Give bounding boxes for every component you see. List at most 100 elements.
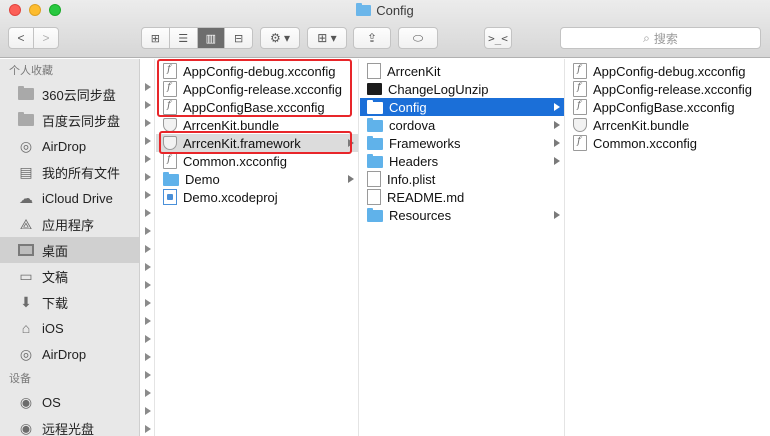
disclosure-arrow-icon[interactable] <box>145 173 151 181</box>
disclosure-arrow-icon[interactable] <box>145 407 151 415</box>
browser-column-1: AppConfig-debug.xcconfig AppConfig-relea… <box>156 59 359 436</box>
share-button[interactable]: ⇪ <box>353 27 391 49</box>
search-field[interactable]: ⌕ 搜索 <box>560 27 761 49</box>
file-name: Info.plist <box>387 171 436 187</box>
xcconfig-file-icon <box>163 153 177 169</box>
sidebar-item-desktop[interactable]: 桌面 <box>0 237 139 263</box>
cover-flow-view-button[interactable]: ⊟ <box>224 28 252 48</box>
list-item[interactable]: README.md <box>360 188 564 206</box>
list-item[interactable]: AppConfigBase.xcconfig <box>156 98 358 116</box>
list-item[interactable]: Resources <box>360 206 564 224</box>
sidebar-item-label: 我的所有文件 <box>42 165 121 181</box>
column-view-button[interactable]: ▥ <box>196 28 225 48</box>
list-item[interactable]: cordova <box>360 116 564 134</box>
list-item[interactable]: AppConfig-debug.xcconfig <box>566 62 770 80</box>
action-menu-button[interactable]: ⚙ ▾ <box>260 27 300 49</box>
sidebar-item-label: 360云同步盘 <box>42 87 116 103</box>
disclosure-arrow-icon[interactable] <box>145 83 151 91</box>
disclosure-arrow-icon[interactable] <box>145 137 151 145</box>
file-name: README.md <box>387 189 465 205</box>
disclosure-arrow-icon[interactable] <box>145 335 151 343</box>
xcconfig-file-icon <box>573 135 587 151</box>
disclosure-arrow-icon[interactable] <box>145 353 151 361</box>
file-name: Common.xcconfig <box>593 135 698 151</box>
list-item[interactable]: Demo <box>156 170 358 188</box>
sidebar-item-airdrop[interactable]: ◎ AirDrop <box>0 133 139 159</box>
disclosure-arrow-icon[interactable] <box>145 227 151 235</box>
list-item[interactable]: Demo.xcodeproj <box>156 188 358 206</box>
disclosure-arrow-icon[interactable] <box>145 281 151 289</box>
documents-icon: ▭ <box>19 267 33 284</box>
sidebar-section-devices: 设备 <box>9 373 31 385</box>
disclosure-arrow-icon[interactable] <box>145 263 151 271</box>
desktop-icon <box>17 242 35 258</box>
list-item[interactable]: Frameworks <box>360 134 564 152</box>
folder-icon <box>17 112 35 128</box>
list-item[interactable]: ChangeLogUnzip <box>360 80 564 98</box>
sidebar-item-downloads[interactable]: ⬇ 下载 <box>0 289 139 315</box>
folder-icon <box>356 3 372 16</box>
sidebar-item-360-sync[interactable]: 360云同步盘 <box>0 81 139 107</box>
disclosure-arrow-icon[interactable] <box>145 191 151 199</box>
disclosure-arrow-icon <box>554 157 560 165</box>
framework-icon <box>163 136 177 150</box>
back-button[interactable]: < <box>9 28 33 48</box>
sidebar-item-all-files[interactable]: ▤ 我的所有文件 <box>0 159 139 185</box>
list-item[interactable]: Info.plist <box>360 170 564 188</box>
list-item[interactable]: ArrcenKit <box>360 62 564 80</box>
sidebar-item-documents[interactable]: ▭ 文稿 <box>0 263 139 289</box>
file-name: cordova <box>389 117 436 133</box>
sidebar-section-favorites: 个人收藏 <box>9 65 53 77</box>
disclosure-arrow-icon[interactable] <box>145 389 151 397</box>
tag-button[interactable]: ⬭ <box>398 27 438 49</box>
folder-icon <box>367 118 383 132</box>
file-name: Demo.xcodeproj <box>183 189 278 205</box>
applications-icon: ⟁ <box>19 215 33 232</box>
disclosure-arrow-icon[interactable] <box>145 209 151 217</box>
disclosure-arrow-icon[interactable] <box>145 371 151 379</box>
bundle-icon <box>573 118 587 132</box>
list-item-selected[interactable]: Config <box>360 98 564 116</box>
disclosure-arrow-icon[interactable] <box>145 245 151 253</box>
list-item[interactable]: AppConfig-debug.xcconfig <box>156 62 358 80</box>
sidebar-item-applications[interactable]: ⟁ 应用程序 <box>0 211 139 237</box>
sidebar-item-remote-disc[interactable]: ◉ 远程光盘 <box>0 415 139 436</box>
open-terminal-button[interactable]: >_< <box>484 27 512 49</box>
sidebar-item-label: iCloud Drive <box>42 190 113 206</box>
sidebar-item-label: 百度云同步盘 <box>42 113 121 129</box>
sidebar-item-icloud-drive[interactable]: ☁ iCloud Drive <box>0 185 139 211</box>
arrange-menu-button[interactable]: ⊞ ▾ <box>307 27 347 49</box>
list-view-button[interactable]: ☰ <box>168 28 197 48</box>
disclosure-arrow-icon[interactable] <box>145 317 151 325</box>
disclosure-arrow-icon[interactable] <box>145 299 151 307</box>
file-name: AppConfigBase.xcconfig <box>593 99 735 115</box>
search-placeholder: 搜索 <box>653 31 678 46</box>
list-item[interactable]: Headers <box>360 152 564 170</box>
sidebar-item-label: 应用程序 <box>42 217 95 233</box>
icon-view-button[interactable]: ⊞ <box>142 28 169 48</box>
list-item[interactable]: ArrcenKit.bundle <box>566 116 770 134</box>
file-name: Common.xcconfig <box>183 153 288 169</box>
all-files-icon: ▤ <box>19 163 33 180</box>
disclosure-arrow-icon[interactable] <box>145 425 151 433</box>
file-name: AppConfig-release.xcconfig <box>593 81 752 97</box>
disclosure-arrow-icon[interactable] <box>145 155 151 163</box>
sidebar-item-ios[interactable]: ⌂ iOS <box>0 315 139 341</box>
list-item[interactable]: ArrcenKit.bundle <box>156 116 358 134</box>
executable-icon <box>367 83 382 95</box>
disclosure-arrow-icon[interactable] <box>145 119 151 127</box>
forward-button[interactable]: > <box>33 28 58 48</box>
list-item[interactable]: Common.xcconfig <box>566 134 770 152</box>
list-item[interactable]: ArrcenKit.framework <box>156 134 358 152</box>
sidebar-item-os-disk[interactable]: ◉ OS <box>0 389 139 415</box>
sidebar-item-baidu-sync[interactable]: 百度云同步盘 <box>0 107 139 133</box>
list-item[interactable]: AppConfig-release.xcconfig <box>566 80 770 98</box>
xcconfig-file-icon <box>163 63 177 79</box>
browser-column-2: ArrcenKit ChangeLogUnzip Config cordova … <box>360 59 565 436</box>
disclosure-arrow-icon[interactable] <box>145 101 151 109</box>
list-item[interactable]: AppConfigBase.xcconfig <box>566 98 770 116</box>
list-item[interactable]: Common.xcconfig <box>156 152 358 170</box>
disclosure-arrow-icon <box>554 103 560 111</box>
list-item[interactable]: AppConfig-release.xcconfig <box>156 80 358 98</box>
sidebar-item-airdrop-2[interactable]: ◎ AirDrop <box>0 341 139 367</box>
